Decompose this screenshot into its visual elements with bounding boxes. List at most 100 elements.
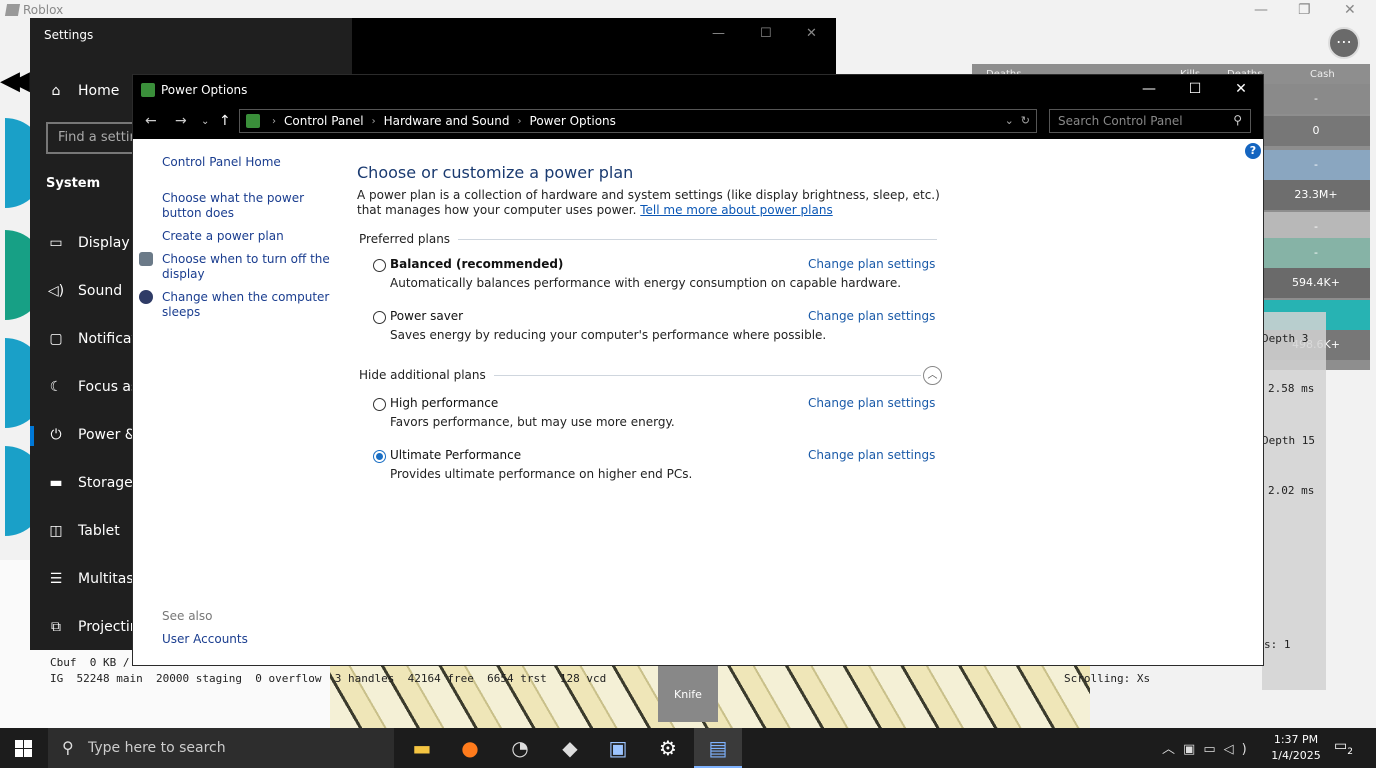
firefox-icon[interactable]: ●: [446, 728, 494, 768]
focus-assist-icon: ☾: [49, 379, 63, 395]
search-placeholder: Search Control Panel: [1058, 114, 1183, 128]
settings-title: Settings: [44, 28, 94, 42]
power-icon: ⏻: [50, 427, 62, 443]
file-explorer-icon[interactable]: ▬: [398, 728, 446, 768]
chat-icon[interactable]: ⋯: [1328, 27, 1360, 59]
roblox-icon[interactable]: ◆: [546, 728, 594, 768]
plan-name[interactable]: High performance: [390, 396, 498, 410]
sound-icon: ◁): [47, 283, 65, 299]
control-panel-home-link[interactable]: Control Panel Home: [162, 155, 342, 170]
settings-gear-icon[interactable]: ⚙: [644, 728, 692, 768]
tool-slot-knife[interactable]: Knife: [658, 664, 718, 722]
plan-radio-balanced[interactable]: [373, 259, 386, 272]
settings-titlebar[interactable]: Settings — ☐ ✕: [30, 18, 836, 74]
hide-additional-plans-label[interactable]: Hide additional plans: [359, 368, 494, 382]
start-windows-icon[interactable]: [15, 740, 32, 757]
settings-item-label: Tablet: [78, 523, 120, 539]
settings-home-label: Home: [78, 83, 120, 99]
control-panel-icon: [246, 114, 260, 128]
page-description: A power plan is a collection of hardware…: [357, 188, 957, 218]
plan-radio-power-saver[interactable]: [373, 311, 386, 324]
recent-dropdown-icon[interactable]: ⌄: [201, 116, 209, 127]
notifications-icon[interactable]: ▭2: [1334, 738, 1353, 757]
breadcrumb-hardware-sound[interactable]: Hardware and Sound: [384, 114, 510, 128]
plan-name[interactable]: Balanced (recommended): [390, 257, 563, 271]
roblox-restore-button[interactable]: ❐: [1298, 2, 1311, 18]
power-close-button[interactable]: ✕: [1227, 81, 1255, 97]
power-button-link[interactable]: Choose what the power button does: [162, 191, 342, 221]
taskbar: ⚲ Type here to search ▬ ● ◔ ◆ ▣ ⚙ ▤ ︿▣▭◁…: [0, 728, 1376, 768]
clock[interactable]: 1:37 PM 1/4/2025: [1266, 732, 1326, 764]
show-hidden-icons-icon[interactable]: ︿: [1162, 742, 1183, 757]
settings-item-tablet[interactable]: ◫ Tablet: [46, 516, 120, 546]
network-icon[interactable]: ▭: [1203, 742, 1223, 757]
system-tray[interactable]: ︿▣▭◁): [1162, 738, 1255, 757]
settings-item-sound[interactable]: ◁) Sound: [46, 276, 122, 306]
roblox-title-text: Roblox: [23, 3, 64, 17]
network-app-icon[interactable]: ▣: [594, 728, 642, 768]
forward-arrow-icon[interactable]: →: [175, 113, 187, 129]
power-titlebar[interactable]: Power Options — ☐ ✕: [133, 75, 1263, 105]
create-plan-link[interactable]: Create a power plan: [162, 229, 342, 244]
preferred-plans-label: Preferred plans: [359, 232, 459, 246]
address-dropdown-refresh[interactable]: ⌄ ↻: [1005, 114, 1030, 127]
leaderboard-header-cash: Cash: [1310, 69, 1335, 80]
plan-name[interactable]: Power saver: [390, 309, 463, 323]
change-plan-settings-link[interactable]: Change plan settings: [808, 448, 935, 462]
settings-item-display[interactable]: ▭ Display: [46, 228, 130, 258]
control-panel-taskbar-icon[interactable]: ▤: [694, 728, 742, 768]
address-bar-row: ← → ⌄ ↑ › Control Panel › Hardware and S…: [133, 105, 1263, 139]
sleep-link[interactable]: Change when the computer sleeps: [162, 290, 342, 320]
user-accounts-link[interactable]: User Accounts: [162, 632, 248, 646]
settings-item-label: Storage: [78, 475, 133, 491]
notification-count: 2: [1347, 746, 1353, 757]
up-arrow-icon[interactable]: ↑: [219, 113, 231, 129]
breadcrumb-control-panel[interactable]: Control Panel: [284, 114, 364, 128]
debug-text: Cbuf 0 KB /: [50, 656, 137, 669]
leaderboard-cell: -: [1262, 84, 1370, 114]
settings-home[interactable]: ⌂ Home: [46, 76, 120, 106]
leaderboard-cell: 594.4K+: [1262, 268, 1370, 298]
breadcrumb-separator-icon: ›: [517, 115, 522, 127]
change-plan-settings-link[interactable]: Change plan settings: [808, 396, 935, 410]
power-minimize-button[interactable]: —: [1135, 81, 1163, 97]
settings-close-button[interactable]: ✕: [806, 26, 817, 41]
see-also-label: See also: [162, 609, 213, 623]
active-item-indicator: [30, 426, 34, 446]
settings-minimize-button[interactable]: —: [712, 26, 725, 41]
settings-item-label: Display: [78, 235, 130, 251]
roblox-minimize-button[interactable]: —: [1254, 2, 1268, 18]
address-bar[interactable]: › Control Panel › Hardware and Sound › P…: [239, 109, 1037, 133]
search-control-panel-input[interactable]: Search Control Panel ⚲: [1049, 109, 1251, 133]
roblox-logo-icon: [4, 4, 21, 16]
taskbar-search-box[interactable]: ⚲ Type here to search: [48, 728, 394, 768]
tool-label: Knife: [674, 688, 702, 701]
debug-text: s: 1: [1264, 638, 1291, 651]
change-plan-settings-link[interactable]: Change plan settings: [808, 309, 935, 323]
roblox-close-button[interactable]: ✕: [1344, 2, 1356, 18]
storage-icon: ▬: [49, 475, 63, 491]
leaderboard-cell: -: [1262, 238, 1370, 268]
help-icon[interactable]: ?: [1245, 143, 1261, 159]
change-plan-settings-link[interactable]: Change plan settings: [808, 257, 935, 271]
display-off-link[interactable]: Choose when to turn off the display: [162, 252, 342, 282]
plan-radio-ultimate-performance[interactable]: [373, 450, 386, 463]
debug-stats-panel: [1262, 312, 1326, 690]
tell-me-more-link[interactable]: Tell me more about power plans: [640, 203, 832, 217]
settings-maximize-button[interactable]: ☐: [760, 26, 772, 41]
plan-name[interactable]: Ultimate Performance: [390, 448, 521, 462]
rewind-icon[interactable]: ◀◀: [0, 66, 30, 96]
power-title: Power Options: [161, 83, 248, 97]
back-arrow-icon[interactable]: ←: [145, 113, 157, 129]
page-title: Choose or customize a power plan: [357, 163, 634, 182]
volume-icon[interactable]: ◁): [1224, 742, 1255, 757]
collapse-chevron-up-icon[interactable]: ︿: [923, 366, 942, 385]
power-maximize-button[interactable]: ☐: [1181, 81, 1209, 97]
speedometer-app-icon[interactable]: ◔: [496, 728, 544, 768]
leaderboard-cell: 23.3M+: [1262, 180, 1370, 210]
settings-item-storage[interactable]: ▬ Storage: [46, 468, 133, 498]
plan-radio-high-performance[interactable]: [373, 398, 386, 411]
update-icon[interactable]: ▣: [1183, 742, 1203, 757]
debug-text: Depth 3: [1262, 332, 1309, 345]
breadcrumb-power-options[interactable]: Power Options: [530, 114, 616, 128]
